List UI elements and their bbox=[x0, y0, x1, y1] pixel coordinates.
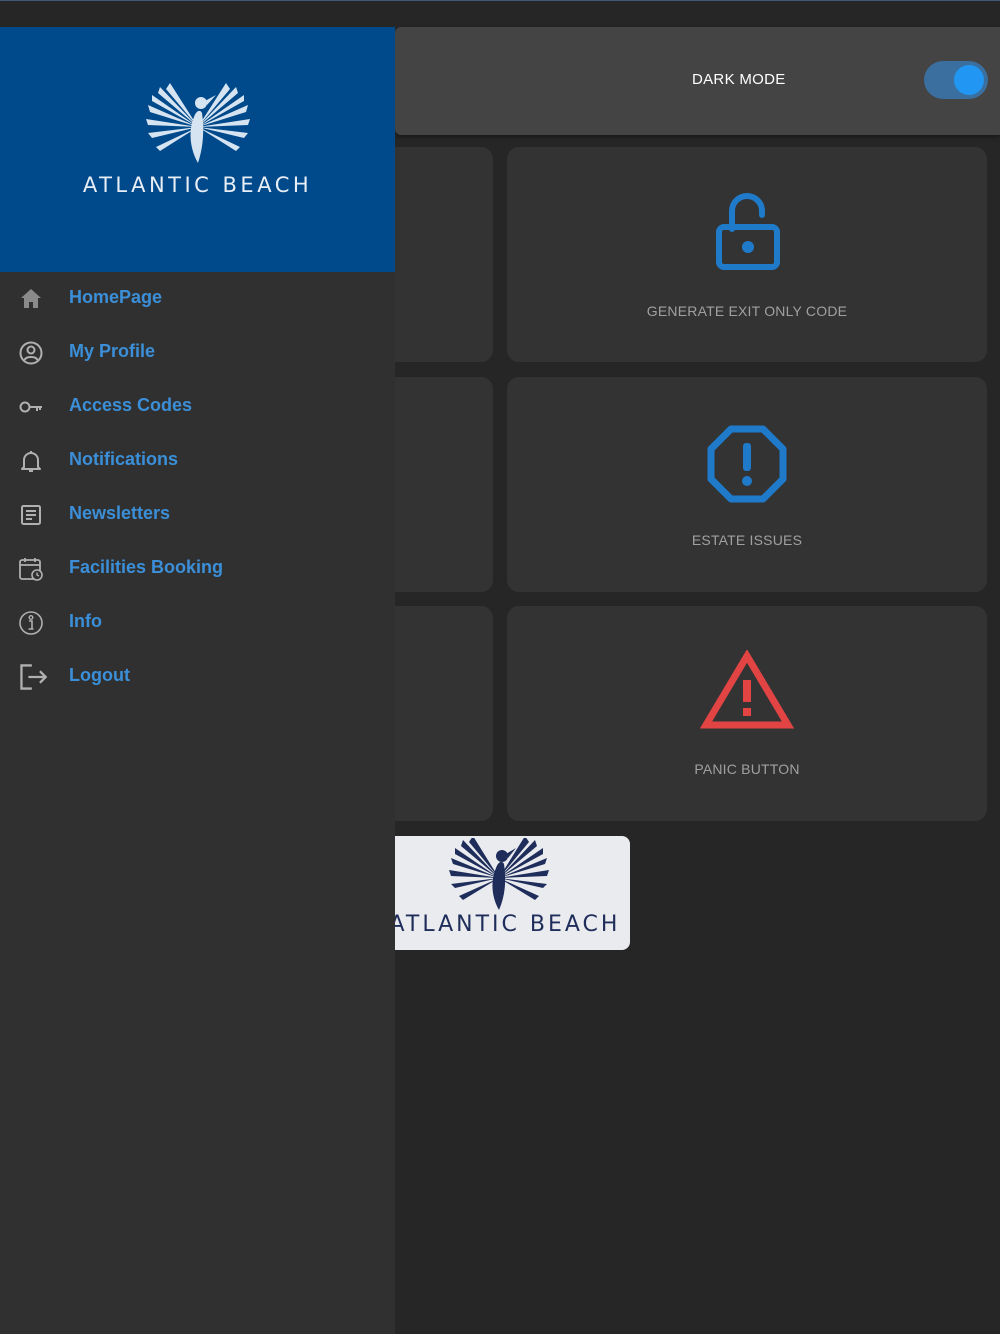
tile-label: ESTATE ISSUES bbox=[691, 532, 803, 548]
tile-hidden-2[interactable] bbox=[380, 377, 493, 592]
sidebar-item-label: Newsletters bbox=[69, 503, 171, 523]
bird-logo-icon bbox=[146, 83, 250, 163]
octagon-alert-icon bbox=[707, 425, 787, 503]
sidebar-item-my-profile[interactable]: My Profile bbox=[0, 326, 395, 380]
article-icon bbox=[21, 505, 41, 525]
drawer-header: ATLANTIC BEACH bbox=[0, 27, 395, 272]
tile-hidden-1[interactable] bbox=[380, 147, 493, 362]
sidebar-item-label: My Profile bbox=[69, 341, 156, 361]
unlock-icon bbox=[716, 193, 780, 270]
sidebar-item-label: Access Codes bbox=[69, 395, 193, 415]
status-bar bbox=[0, 0, 1000, 26]
sidebar-item-facilities-booking[interactable]: Facilities Booking bbox=[0, 542, 395, 596]
sidebar-item-label: Notifications bbox=[69, 449, 179, 469]
home-icon bbox=[21, 289, 41, 308]
generate-exit-code-tile[interactable]: GENERATE EXIT ONLY CODE bbox=[507, 147, 987, 362]
tile-label: PANIC BUTTON bbox=[694, 761, 800, 777]
sidebar-item-newsletters[interactable]: Newsletters bbox=[0, 488, 395, 542]
calendar-clock-icon bbox=[19, 558, 43, 581]
sidebar-item-label: Facilities Booking bbox=[69, 557, 224, 577]
user-circle-icon bbox=[19, 341, 43, 365]
sidebar-item-homepage[interactable]: HomePage bbox=[0, 272, 395, 326]
sidebar-item-info[interactable]: Info bbox=[0, 596, 395, 650]
bell-icon bbox=[21, 451, 41, 472]
brand-name: ATLANTIC BEACH bbox=[82, 173, 313, 197]
bird-logo-icon bbox=[449, 838, 549, 910]
sidebar-item-notifications[interactable]: Notifications bbox=[0, 434, 395, 488]
panic-button-tile[interactable]: PANIC BUTTON bbox=[507, 606, 987, 821]
brand-name: ATLANTIC BEACH bbox=[389, 912, 621, 937]
tile-hidden-3[interactable] bbox=[380, 606, 493, 821]
sidebar-item-label: HomePage bbox=[69, 287, 163, 307]
sidebar-item-label: Info bbox=[69, 611, 102, 631]
logout-icon bbox=[20, 664, 48, 690]
warning-triangle-icon bbox=[700, 650, 794, 729]
sidebar-item-access-codes[interactable]: Access Codes bbox=[0, 380, 395, 434]
info-icon bbox=[19, 611, 43, 635]
key-icon bbox=[19, 401, 42, 413]
dark-mode-label: DARK MODE bbox=[692, 71, 786, 88]
toggle-knob bbox=[954, 65, 984, 95]
estate-issues-tile[interactable]: ESTATE ISSUES bbox=[507, 377, 987, 592]
sidebar-item-logout[interactable]: Logout bbox=[0, 650, 395, 704]
dark-mode-toggle[interactable] bbox=[924, 61, 988, 99]
sidebar-item-label: Logout bbox=[69, 665, 130, 685]
navigation-drawer: ATLANTIC BEACH HomePage My Profile Acces… bbox=[0, 27, 395, 1334]
tile-label: GENERATE EXIT ONLY CODE bbox=[646, 303, 848, 319]
brand-logo-card: ATLANTIC BEACH bbox=[380, 836, 630, 950]
